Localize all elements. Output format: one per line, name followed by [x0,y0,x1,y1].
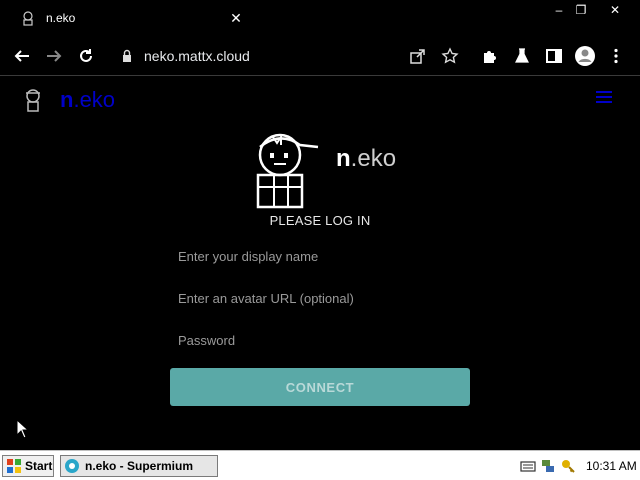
taskbar-item-label: n.eko - Supermium [85,459,194,473]
clock: 10:31 AM [586,459,637,473]
tab-close-icon[interactable]: ✕ [228,10,244,26]
login-heading: PLEASE LOG IN [269,213,371,228]
login-brand: n.eko [336,145,396,173]
neko-mascot-icon [26,89,40,112]
tab-strip: n.eko ✕ – ❐ ✕ [0,0,640,36]
start-label: Start [25,459,53,473]
system-tray: 10:31 AM [520,455,638,477]
connect-button[interactable]: CONNECT [170,368,470,406]
forward-arrow-icon [47,50,62,62]
brand-suffix: .eko [73,87,116,112]
reload-icon [80,49,92,62]
labs-button[interactable] [510,44,534,68]
hamburger-menu-icon[interactable] [596,91,612,105]
login-brand-prefix: n [336,145,351,172]
display-name-input[interactable] [170,240,470,272]
taskbar: Start n.eko - Supermium 10:31 AM [0,450,640,480]
brand-prefix: n [60,87,74,112]
avatar-url-input[interactable] [170,282,470,314]
browser-tab[interactable]: n.eko ✕ [12,4,244,32]
header-brand-text: n.eko [60,87,115,113]
taskbar-item-supermium[interactable]: n.eko - Supermium [60,455,218,477]
header-brand[interactable]: n.eko [22,87,115,113]
share-button[interactable] [406,44,430,68]
bookmark-button[interactable] [438,44,462,68]
back-button[interactable] [10,44,34,68]
lock-icon [123,49,131,62]
flask-icon [515,48,529,63]
avatar-icon [575,46,595,66]
password-input[interactable] [170,324,470,356]
restore-button[interactable]: ❐ [566,0,596,20]
neko-page: n.eko n.eko PLEASE LOG IN CONNECT [0,77,640,450]
security-key-icon[interactable] [560,458,576,474]
more-vertical-icon [614,48,618,64]
browser-toolbar: neko.mattx.cloud [0,36,640,76]
side-panel-button[interactable] [542,44,566,68]
keyboard-icon[interactable] [520,458,536,474]
share-icon [410,49,425,64]
login-brand-suffix: .eko [350,145,397,172]
start-button[interactable]: Start [2,455,54,477]
star-icon [441,47,459,64]
side-panel-icon [546,49,562,63]
close-window-button[interactable]: ✕ [600,0,630,20]
neko-mascot-logo-icon [256,133,319,209]
extensions-button[interactable] [478,44,502,68]
neko-favicon-icon [23,11,33,26]
network-icon[interactable] [540,458,556,474]
address-url: neko.mattx.cloud [144,48,250,64]
profile-button[interactable] [573,44,597,68]
browser-menu-button[interactable] [604,44,628,68]
tab-title: n.eko [46,11,76,25]
back-arrow-icon [14,50,29,62]
puzzle-icon [484,51,496,63]
mouse-cursor-icon [16,419,28,439]
forward-button[interactable] [42,44,66,68]
supermium-browser-icon [65,459,79,473]
reload-button[interactable] [74,44,98,68]
windows-flag-icon [7,459,21,473]
